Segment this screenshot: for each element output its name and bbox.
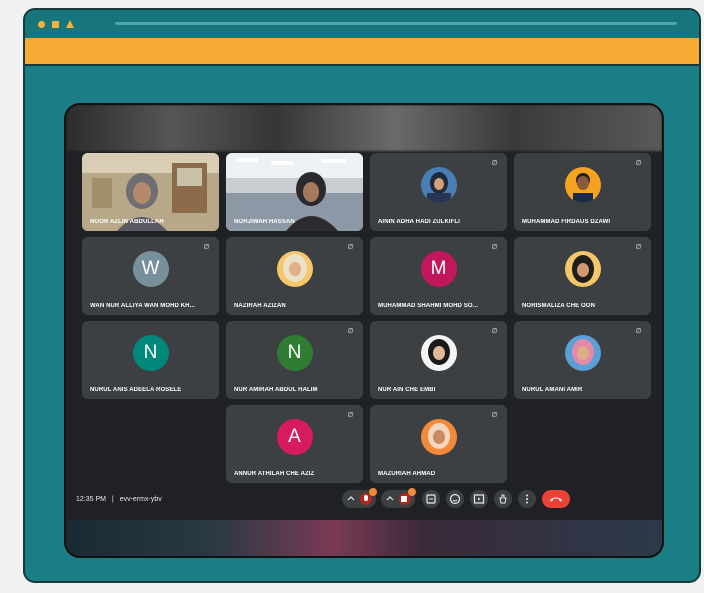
participant-tile[interactable]: ∅ MAZURIAH AHMAD bbox=[370, 405, 507, 483]
captions-button[interactable] bbox=[422, 490, 440, 508]
mic-off-icon: ∅ bbox=[203, 244, 210, 251]
participant-tile[interactable]: N NURUL ANIS ADEELA ROSELE bbox=[82, 321, 219, 399]
participant-tile[interactable]: ∅ A ANNUR ATHILAH CHE AZIZ bbox=[226, 405, 363, 483]
mic-off-icon: ∅ bbox=[347, 328, 354, 335]
participant-tile[interactable]: ∅ NURUL AMANI AMIR bbox=[514, 321, 651, 399]
triangle-dot-icon bbox=[66, 20, 74, 28]
participant-tile[interactable]: NORJIWAH HASSAN bbox=[226, 153, 363, 231]
participant-name: NURUL AMANI AMIR bbox=[522, 387, 583, 393]
profile-photo bbox=[420, 419, 457, 455]
participant-tile[interactable]: ∅ MUHAMMAD FIRDAUS DZAWI bbox=[514, 153, 651, 231]
initial-avatar: M bbox=[420, 251, 457, 287]
participant-name: MUHAMMAD SHAHMI MOHD SO... bbox=[378, 303, 478, 309]
profile-photo bbox=[564, 251, 601, 287]
emoji-button[interactable] bbox=[446, 490, 464, 508]
mic-off-icon: ∅ bbox=[635, 244, 642, 251]
raise-hand-button[interactable] bbox=[494, 490, 512, 508]
meeting-separator: | bbox=[111, 496, 114, 503]
participant-name: AININ ADHA HADI ZULKIFLI bbox=[378, 219, 460, 225]
participant-name: NOOR AZLIN ABDULLAH bbox=[90, 219, 164, 225]
participant-name: NAZIRAH AZIZAN bbox=[234, 303, 286, 309]
address-bar-line bbox=[115, 22, 677, 25]
profile-photo bbox=[276, 251, 313, 287]
initial-avatar: N bbox=[132, 335, 169, 371]
mic-off-icon: ∅ bbox=[347, 244, 354, 251]
profile-photo bbox=[420, 167, 457, 203]
initial-avatar: A bbox=[276, 419, 313, 455]
camera-toggle-button[interactable] bbox=[381, 488, 416, 508]
participant-tile[interactable]: ∅ NUR AIN CHE EMBI bbox=[370, 321, 507, 399]
profile-photo bbox=[564, 335, 601, 371]
mic-off-icon: ∅ bbox=[347, 412, 354, 419]
participant-tile[interactable]: ∅ N NUR AMIRAH ABDUL HALIM bbox=[226, 321, 363, 399]
mic-off-icon: ∅ bbox=[635, 160, 642, 167]
mic-off-icon: ∅ bbox=[491, 328, 498, 335]
meeting-time: 12:35 PM bbox=[76, 496, 106, 503]
participant-tile[interactable]: NOOR AZLIN ABDULLAH bbox=[82, 153, 219, 231]
participant-tile[interactable]: ∅ W WAN NUR ALLIYA WAN MOHD KH... bbox=[82, 237, 219, 315]
circle-dot-icon bbox=[38, 21, 45, 28]
more-options-button[interactable] bbox=[518, 490, 536, 508]
leave-call-button[interactable] bbox=[542, 490, 570, 508]
participant-name: NURUL ANIS ADEELA ROSELE bbox=[90, 387, 182, 393]
participant-name: NUR AMIRAH ABDUL HALIM bbox=[234, 387, 318, 393]
mic-toggle-button[interactable] bbox=[342, 488, 377, 508]
meeting-code: evv-ermx-ybv bbox=[119, 496, 162, 503]
participant-name: MAZURIAH AHMAD bbox=[378, 471, 436, 477]
blurred-top-strip bbox=[66, 105, 662, 151]
participant-name: MUHAMMAD FIRDAUS DZAWI bbox=[522, 219, 611, 225]
participant-tile[interactable]: ∅ NAZIRAH AZIZAN bbox=[226, 237, 363, 315]
window-titlebar bbox=[25, 10, 699, 40]
mic-off-icon: ∅ bbox=[491, 412, 498, 419]
mic-off-icon: ∅ bbox=[491, 160, 498, 167]
participant-name: NUR AIN CHE EMBI bbox=[378, 387, 436, 393]
meeting-info: 12:35 PM | evv-ermx-ybv bbox=[76, 496, 162, 503]
blurred-bottom-strip bbox=[66, 520, 662, 556]
initial-avatar: W bbox=[132, 251, 169, 287]
participant-name: NORISMALIZA CHE OON bbox=[522, 303, 596, 309]
camera-badge-icon bbox=[408, 488, 416, 496]
participant-tile[interactable]: ∅ AININ ADHA HADI ZULKIFLI bbox=[370, 153, 507, 231]
participant-name: ANNUR ATHILAH CHE AZIZ bbox=[234, 471, 315, 477]
profile-photo bbox=[564, 167, 601, 203]
profile-photo bbox=[420, 335, 457, 371]
mic-off-icon: ∅ bbox=[491, 244, 498, 251]
participant-tile[interactable]: ∅ M MUHAMMAD SHAHMI MOHD SO... bbox=[370, 237, 507, 315]
accent-bar bbox=[25, 38, 699, 66]
participant-name: NORJIWAH HASSAN bbox=[234, 219, 295, 225]
mic-off-icon: ∅ bbox=[635, 328, 642, 335]
participant-tile[interactable]: ∅ NORISMALIZA CHE OON bbox=[514, 237, 651, 315]
meeting-screen: NOOR AZLIN ABDULLAH NORJIWAH HASSAN ∅ AI… bbox=[64, 103, 664, 558]
initial-avatar: N bbox=[276, 335, 313, 371]
square-dot-icon bbox=[52, 21, 59, 28]
participant-name: WAN NUR ALLIYA WAN MOHD KH... bbox=[90, 303, 195, 309]
present-button[interactable] bbox=[470, 490, 488, 508]
mic-badge-icon bbox=[369, 488, 377, 496]
